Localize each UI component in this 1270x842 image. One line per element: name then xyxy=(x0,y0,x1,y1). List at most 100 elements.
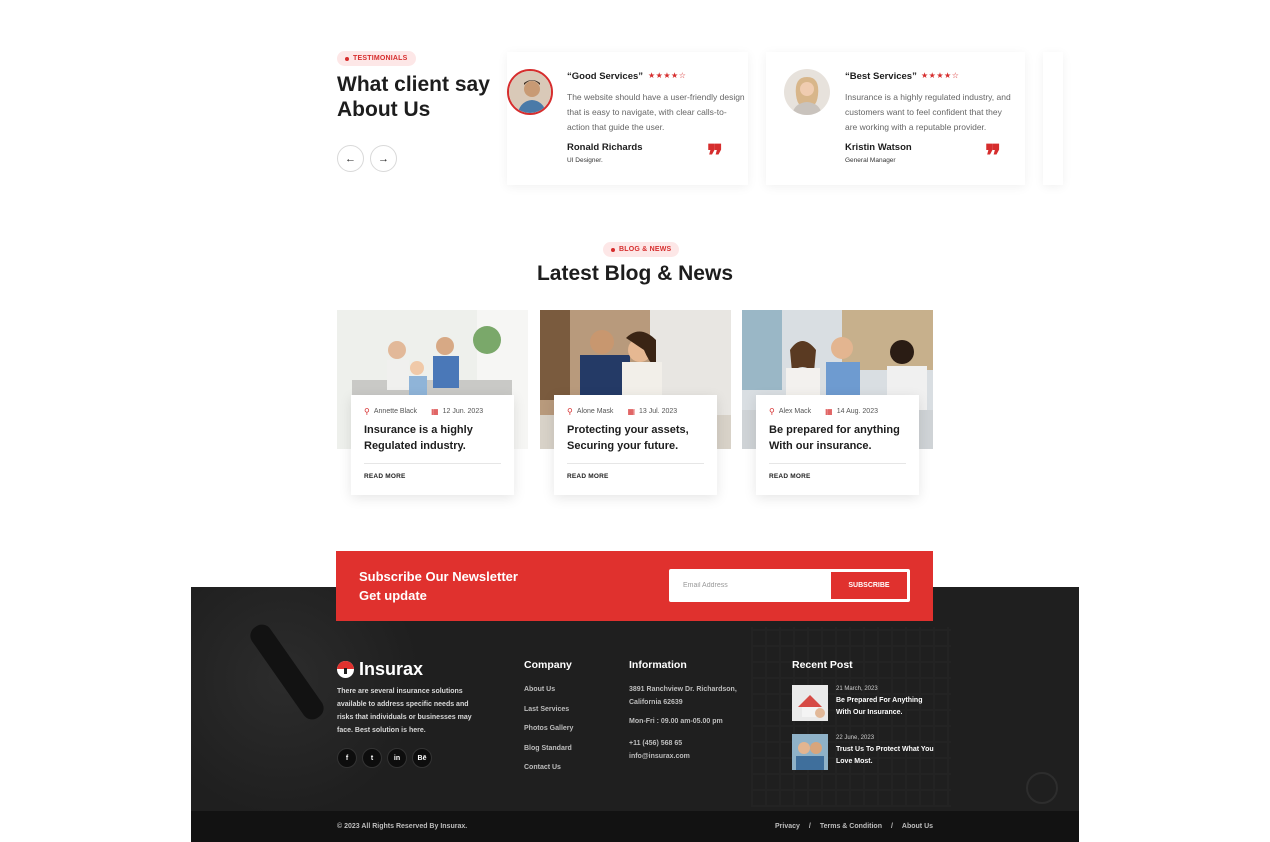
footer: Insurax There are several insurance solu… xyxy=(191,587,1079,842)
office-hours: Mon-Fri : 09.00 am-05.00 pm xyxy=(629,718,723,725)
testimonials-badge-label: TESTIMONIALS xyxy=(353,55,408,62)
star-rating: ★★★★☆ xyxy=(921,71,960,80)
arrow-right-icon: → xyxy=(378,152,389,165)
newsletter-title-line1: Subscribe Our Newsletter xyxy=(359,569,518,584)
blog-title: Latest Blog & News xyxy=(536,262,734,285)
blog-card-info: ⚲ Alone Mask ▦ 13 Jul. 2023 Protecting your… xyxy=(554,395,717,495)
recent-post-title[interactable]: Trust Us To Protect What You Love Most. xyxy=(836,744,936,768)
testimonial-text: The website should have a user-friendly … xyxy=(567,92,745,132)
footer-link-services[interactable]: Last Services xyxy=(524,700,573,720)
testimonial-text: Insurance is a highly regulated industry… xyxy=(845,92,1011,132)
recent-post[interactable]: 22 June, 2023 Trust Us To Protect What Y… xyxy=(792,734,936,770)
blog-author: Annette Black xyxy=(373,407,418,415)
separator: / xyxy=(890,823,893,830)
prev-arrow-button[interactable]: ← xyxy=(337,145,364,172)
testimonial-role: UI Designer. xyxy=(567,157,603,164)
blog-card[interactable]: ⚲ Annette Black ▦ 12 Jun. 2023 Insurance is… xyxy=(337,310,528,500)
recent-post-title[interactable]: Be Prepared For Anything With Our Insura… xyxy=(836,695,936,719)
blog-date: 13 Jul. 2023 xyxy=(639,407,678,415)
blog-post-title[interactable]: Insurance is a highly Regulated industry… xyxy=(364,423,501,456)
umbrella-logo-icon xyxy=(337,661,354,678)
email-link[interactable]: info@insurax.com xyxy=(629,751,690,764)
testimonial-role: General Manager xyxy=(845,157,896,164)
avatar xyxy=(507,69,553,115)
blog-card-info: ⚲ Alex Mack ▦ 14 Aug. 2023 Be prepared for … xyxy=(756,395,919,495)
user-icon: ⚲ xyxy=(364,406,370,416)
behance-icon[interactable]: Bē xyxy=(412,748,432,768)
company-links: About Us Last Services Photos Gallery Bl… xyxy=(524,680,573,778)
footer-link-contact[interactable]: Contact Us xyxy=(524,758,573,778)
footer-description: There are several insurance solutions av… xyxy=(337,688,472,734)
read-more-link[interactable]: READ MORE xyxy=(769,473,906,480)
terms-link[interactable]: Terms & Condition xyxy=(820,823,882,830)
divider xyxy=(567,463,704,464)
blog-post-title[interactable]: Be prepared for anything With our insura… xyxy=(769,423,906,456)
recent-post-heading: Recent Post xyxy=(792,659,853,671)
testimonial-card: “Best Services” ★★★★☆ Insurance is a hig… xyxy=(766,52,1025,185)
testimonial-quote-title: “Best Services” xyxy=(845,71,917,82)
recent-post[interactable]: 21 March, 2023 Be Prepared For Anything … xyxy=(792,685,936,721)
calendar-icon: ▦ xyxy=(825,406,833,416)
facebook-icon[interactable]: f xyxy=(337,748,357,768)
recent-post-image xyxy=(792,734,828,770)
blog-card[interactable]: ⚲ Alex Mack ▦ 14 Aug. 2023 Be prepared for … xyxy=(742,310,933,500)
divider xyxy=(769,463,906,464)
calendar-icon: ▦ xyxy=(627,406,635,416)
brand-name: Insurax xyxy=(359,659,424,679)
phone-link[interactable]: +11 (456) 568 65 xyxy=(629,738,690,751)
next-arrow-button[interactable]: → xyxy=(370,145,397,172)
newsletter-banner: Subscribe Our Newsletter Get update SUBS… xyxy=(336,551,933,621)
blog-author: Alone Mask xyxy=(576,407,614,415)
blog-post-title[interactable]: Protecting your assets, Securing your fu… xyxy=(567,423,704,456)
calendar-icon: ▦ xyxy=(431,406,439,416)
arrow-left-icon: ← xyxy=(345,152,356,165)
read-more-link[interactable]: READ MORE xyxy=(364,473,501,480)
about-us-link[interactable]: About Us xyxy=(902,823,933,830)
company-heading: Company xyxy=(524,659,572,671)
email-input[interactable] xyxy=(669,569,829,602)
footer-link-gallery[interactable]: Photos Gallery xyxy=(524,719,573,739)
footer-bottom-bar: © 2023 All Rights Reserved By Insurax. P… xyxy=(191,811,1079,842)
quote-icon: ❞ xyxy=(985,139,1002,174)
address-line1: 3891 Ranchview Dr. Richardson, xyxy=(629,686,737,693)
newsletter-title-line2: Get update xyxy=(359,588,427,603)
separator: / xyxy=(808,823,811,830)
blog-meta: ⚲ Alex Mack ▦ 14 Aug. 2023 xyxy=(769,405,906,417)
information-heading: Information xyxy=(629,659,687,671)
user-icon: ⚲ xyxy=(567,406,573,416)
newsletter-form: SUBSCRIBE xyxy=(669,569,910,602)
blog-date: 14 Aug. 2023 xyxy=(836,407,878,415)
blog-badge-label: BLOG & NEWS xyxy=(619,246,672,253)
read-more-link[interactable]: READ MORE xyxy=(567,473,704,480)
footer-link-about[interactable]: About Us xyxy=(524,680,573,700)
contact-info: +11 (456) 568 65 info@insurax.com xyxy=(629,738,690,763)
privacy-link[interactable]: Privacy xyxy=(775,823,800,830)
badge-dot xyxy=(345,56,349,61)
testimonial-name: Ronald Richards xyxy=(567,142,643,153)
testimonial-quote-title: “Good Services” xyxy=(567,71,644,82)
footer-background-decoration xyxy=(1026,772,1058,804)
blog-badge: BLOG & NEWS xyxy=(603,242,680,257)
address-line2: California 62639 xyxy=(629,698,683,706)
user-icon: ⚲ xyxy=(769,406,775,416)
avatar xyxy=(784,69,830,115)
testimonials-title: What client say About Us xyxy=(337,73,490,121)
twitter-icon[interactable]: t xyxy=(362,748,382,768)
blog-meta: ⚲ Alone Mask ▦ 13 Jul. 2023 xyxy=(567,405,704,417)
testimonial-name: Kristin Watson xyxy=(845,142,912,153)
divider xyxy=(364,463,501,464)
badge-dot xyxy=(611,247,615,252)
blog-card[interactable]: ⚲ Alone Mask ▦ 13 Jul. 2023 Protecting your… xyxy=(540,310,731,500)
subscribe-button[interactable]: SUBSCRIBE xyxy=(831,572,907,599)
footer-link-blog[interactable]: Blog Standard xyxy=(524,739,573,759)
star-rating: ★★★★☆ xyxy=(648,71,687,80)
copyright: © 2023 All Rights Reserved By Insurax. xyxy=(337,823,468,830)
quote-icon: ❞ xyxy=(707,139,724,174)
blog-date: 12 Jun. 2023 xyxy=(442,407,484,415)
recent-post-date: 21 March, 2023 xyxy=(836,686,878,692)
testimonial-card-partial xyxy=(1043,52,1063,185)
linkedin-icon[interactable]: in xyxy=(387,748,407,768)
social-links: f t in Bē xyxy=(337,748,432,768)
footer-logo[interactable]: Insurax xyxy=(337,659,423,680)
newsletter-title: Subscribe Our Newsletter Get update xyxy=(359,567,518,605)
